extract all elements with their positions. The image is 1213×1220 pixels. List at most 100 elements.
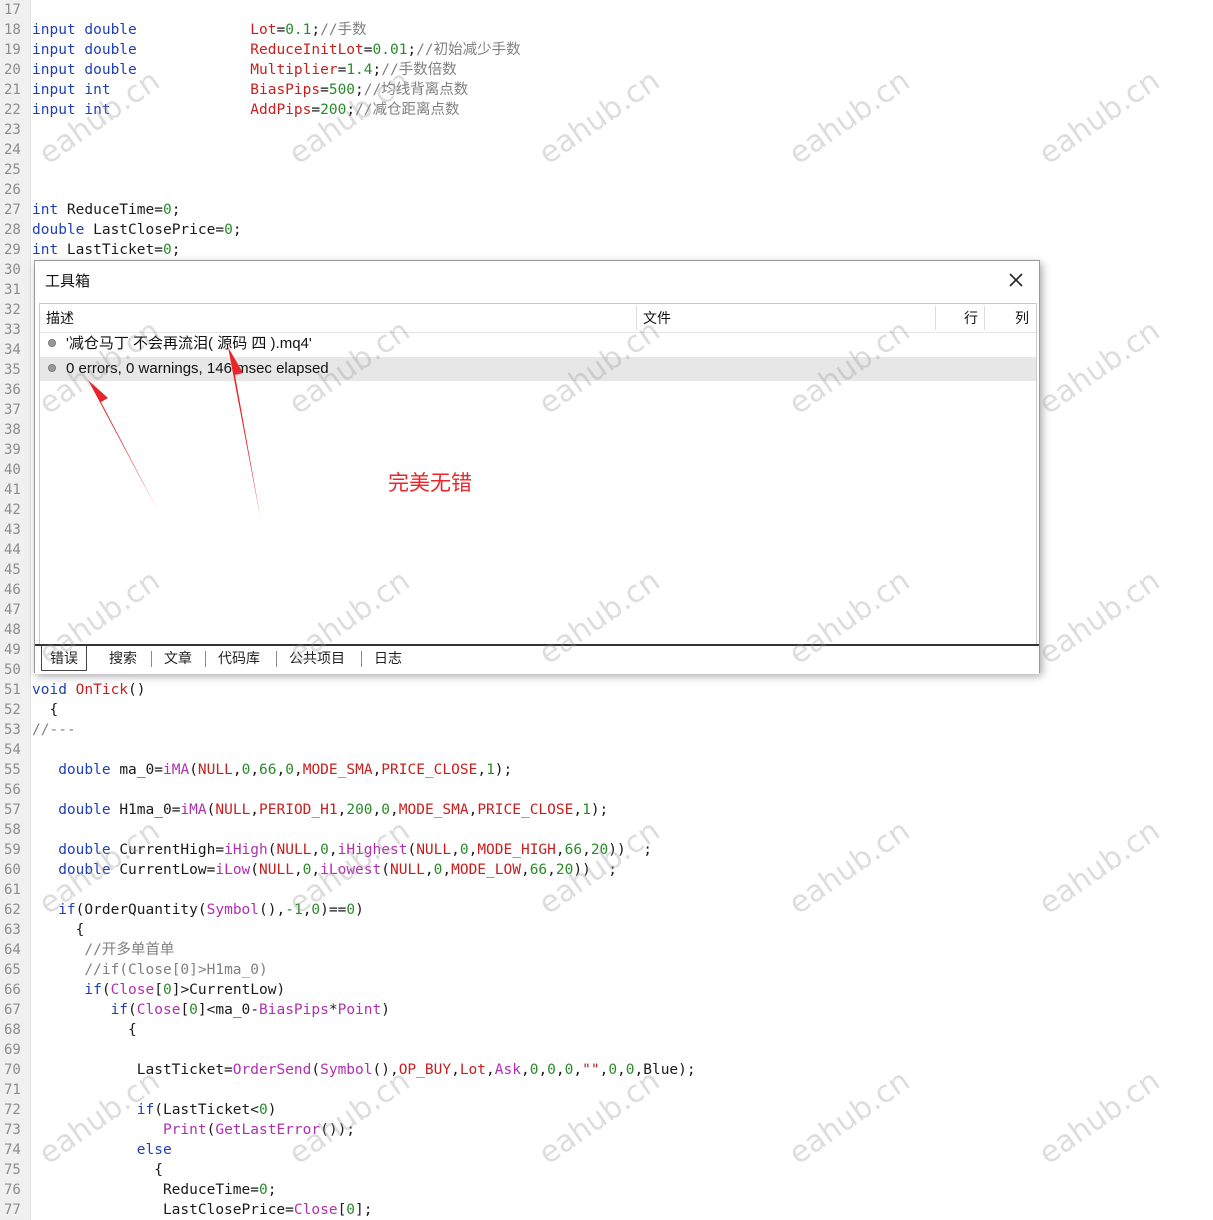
code-line[interactable]: 64 //开多单首单 (0, 940, 1213, 960)
list-item-selected[interactable]: 0 errors, 0 warnings, 146 msec elapsed (40, 357, 1036, 381)
line-number: 55 (4, 762, 21, 778)
code-text: { (32, 1162, 163, 1178)
line-number: 66 (4, 982, 21, 998)
code-line[interactable]: 63 { (0, 920, 1213, 940)
line-number: 59 (4, 842, 21, 858)
code-line[interactable]: 20 input double Multiplier=1.4;//手数倍数 (0, 60, 1213, 80)
column-header-description[interactable]: 描述 (40, 304, 636, 333)
code-line[interactable]: 23 (0, 120, 1213, 140)
line-number: 43 (4, 522, 21, 538)
code-line[interactable]: 28 double LastClosePrice=0; (0, 220, 1213, 240)
code-line[interactable]: 71 (0, 1080, 1213, 1100)
toolbox-title: 工具箱 (45, 273, 91, 290)
column-header-col[interactable]: 列 (985, 304, 1036, 333)
code-line[interactable]: 52 { (0, 700, 1213, 720)
tab-search[interactable]: 搜索 (101, 646, 145, 672)
code-line[interactable]: 60 double CurrentLow=iLow(NULL,0,iLowest… (0, 860, 1213, 880)
code-line[interactable]: 22 input int AddPips=200;//减仓距离点数 (0, 100, 1213, 120)
code-text: input double Lot=0.1;//手数 (32, 22, 367, 38)
code-text: Print(GetLastError()); (162, 1122, 356, 1138)
line-number: 35 (4, 362, 21, 378)
line-number: 56 (4, 782, 21, 798)
toolbox-title-bar[interactable]: 工具箱 (35, 261, 1039, 299)
info-bullet-icon (48, 339, 56, 347)
code-line[interactable]: 62 if(OrderQuantity(Symbol(),-1,0)==0) (0, 900, 1213, 920)
code-line[interactable]: 61 (0, 880, 1213, 900)
code-line[interactable]: 75 { (0, 1160, 1213, 1180)
line-number: 54 (4, 742, 21, 758)
line-number: 19 (4, 42, 21, 58)
tab-articles[interactable]: 文章 (156, 646, 200, 672)
code-line[interactable]: 65 //if(Close[0]>H1ma_0) (0, 960, 1213, 980)
line-number: 30 (4, 262, 21, 278)
code-line[interactable]: 68 { (0, 1020, 1213, 1040)
code-text: if(Close[0]<ma_0-BiasPips*Point) (110, 1002, 390, 1018)
line-number: 49 (4, 642, 21, 658)
list-item[interactable]: '减仓马丁 不会再流泪( 源码 四 ).mq4' (40, 332, 1036, 356)
tab-errors[interactable]: 错误 (41, 646, 87, 671)
code-text: LastClosePrice=Close[0]; (32, 1202, 373, 1218)
line-number: 61 (4, 882, 21, 898)
line-number: 73 (4, 1122, 21, 1138)
code-text: else (136, 1142, 172, 1158)
code-line[interactable]: 74 else (0, 1140, 1213, 1160)
tab-code-base[interactable]: 代码库 (210, 646, 268, 672)
line-number: 24 (4, 142, 21, 158)
line-number: 60 (4, 862, 21, 878)
line-number: 18 (4, 22, 21, 38)
line-number: 71 (4, 1082, 21, 1098)
close-icon (1009, 273, 1023, 287)
code-line[interactable]: 24 (0, 140, 1213, 160)
code-line[interactable]: 66 if(Close[0]>CurrentLow) (0, 980, 1213, 1000)
list-item-text: '减仓马丁 不会再流泪( 源码 四 ).mq4' (66, 335, 312, 352)
list-item-text: 0 errors, 0 warnings, 146 msec elapsed (66, 360, 329, 377)
line-number: 32 (4, 302, 21, 318)
code-text: double H1ma_0=iMA(NULL,PERIOD_H1,200,0,M… (58, 802, 609, 818)
code-line[interactable]: 54 (0, 740, 1213, 760)
line-number: 23 (4, 122, 21, 138)
code-line[interactable]: 72 if(LastTicket<0) (0, 1100, 1213, 1120)
code-text: if(Close[0]>CurrentLow) (84, 982, 286, 998)
line-number: 62 (4, 902, 21, 918)
line-number: 28 (4, 222, 21, 238)
code-line[interactable]: 70 LastTicket=OrderSend(Symbol(),OP_BUY,… (0, 1060, 1213, 1080)
toolbox-window: 工具箱 描述 文件 行 列 '减仓马丁 不会再流泪( 源码 四 ).mq4' 0… (34, 260, 1040, 674)
column-header-row[interactable]: 行 (936, 304, 984, 333)
info-bullet-icon (48, 364, 56, 372)
code-line[interactable]: 58 (0, 820, 1213, 840)
code-line[interactable]: 59 double CurrentHigh=iHigh(NULL,0,iHigh… (0, 840, 1213, 860)
code-line[interactable]: 51 void OnTick() (0, 680, 1213, 700)
code-line[interactable]: 29 int LastTicket=0; (0, 240, 1213, 260)
code-line[interactable]: 73 Print(GetLastError()); (0, 1120, 1213, 1140)
line-number: 45 (4, 562, 21, 578)
code-text: input int AddPips=200;//减仓距离点数 (32, 102, 460, 118)
code-line[interactable]: 27 int ReduceTime=0; (0, 200, 1213, 220)
error-list[interactable]: 描述 文件 行 列 '减仓马丁 不会再流泪( 源码 四 ).mq4' 0 err… (39, 303, 1037, 645)
tab-journal[interactable]: 日志 (366, 646, 410, 672)
code-line[interactable]: 18 input double Lot=0.1;//手数 (0, 20, 1213, 40)
code-line[interactable]: 55 double ma_0=iMA(NULL,0,66,0,MODE_SMA,… (0, 760, 1213, 780)
code-line[interactable]: 77 LastClosePrice=Close[0]; (0, 1200, 1213, 1220)
code-line[interactable]: 57 double H1ma_0=iMA(NULL,PERIOD_H1,200,… (0, 800, 1213, 820)
code-line[interactable]: 76 ReduceTime=0; (0, 1180, 1213, 1200)
code-text: ReduceTime=0; (32, 1182, 277, 1198)
line-number: 22 (4, 102, 21, 118)
code-line[interactable]: 19 input double ReduceInitLot=0.01;//初始减少… (0, 40, 1213, 60)
code-line[interactable]: 69 (0, 1040, 1213, 1060)
close-button[interactable] (1003, 267, 1029, 293)
line-number: 29 (4, 242, 21, 258)
code-text: input int BiasPips=500;//均线背离点数 (32, 82, 469, 98)
code-line[interactable]: 56 (0, 780, 1213, 800)
code-line[interactable]: 25 (0, 160, 1213, 180)
line-number: 72 (4, 1102, 21, 1118)
line-number: 46 (4, 582, 21, 598)
tab-divider (151, 651, 152, 667)
tab-public-projects[interactable]: 公共项目 (281, 646, 353, 672)
code-line[interactable]: 53 //--- (0, 720, 1213, 740)
code-line[interactable]: 26 (0, 180, 1213, 200)
code-line[interactable]: 21 input int BiasPips=500;//均线背离点数 (0, 80, 1213, 100)
code-text: int ReduceTime=0; (32, 202, 181, 218)
code-line[interactable]: 17 (0, 0, 1213, 20)
code-line[interactable]: 67 if(Close[0]<ma_0-BiasPips*Point) (0, 1000, 1213, 1020)
column-header-file[interactable]: 文件 (637, 304, 935, 333)
